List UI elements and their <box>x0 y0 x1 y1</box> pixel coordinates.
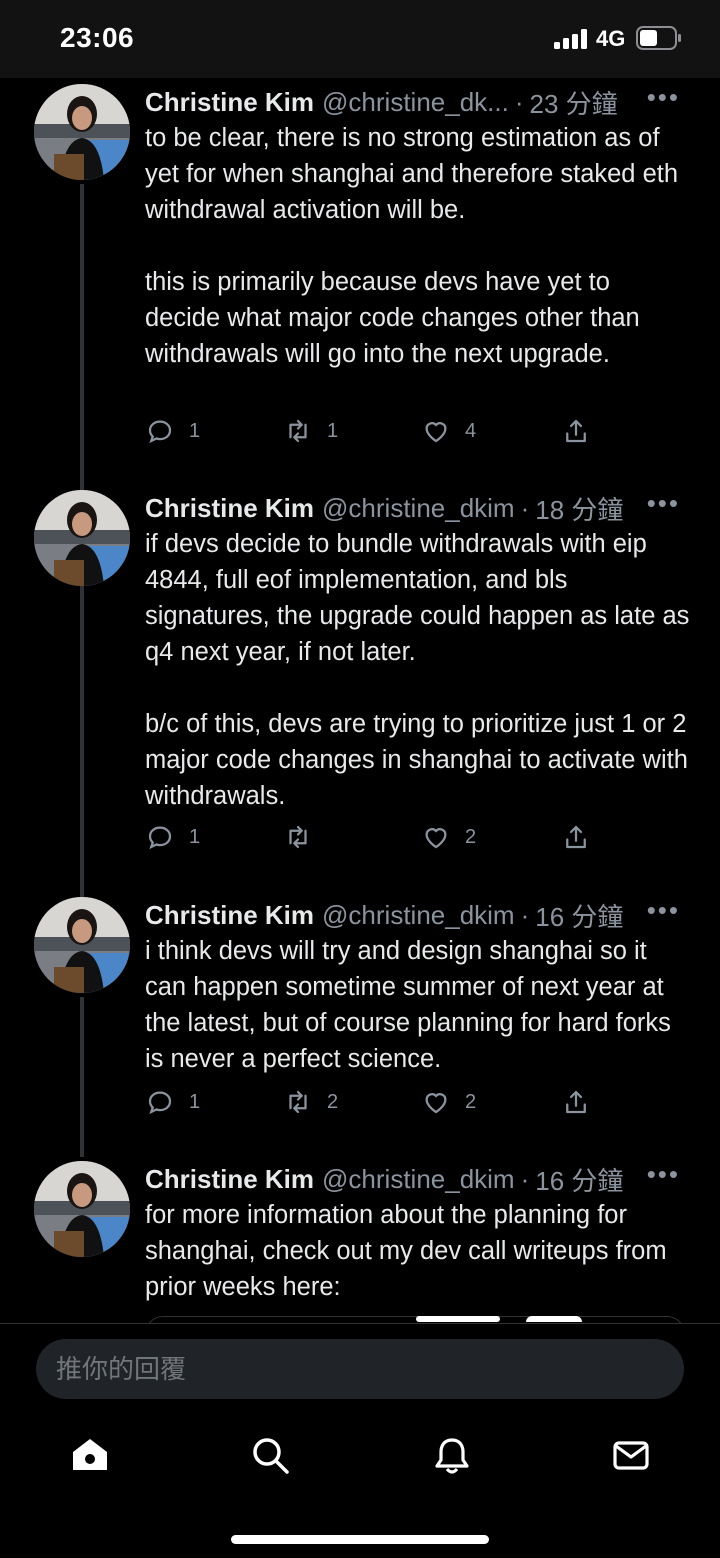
more-options-icon[interactable]: ••• <box>647 1159 680 1190</box>
share-icon <box>566 825 586 849</box>
avatar[interactable] <box>34 1161 130 1257</box>
like-count: 2 <box>465 1090 477 1113</box>
messages-icon[interactable] <box>610 1434 652 1476</box>
tweet-time: 16 分鐘 <box>535 1165 624 1196</box>
retweet-icon <box>289 1090 307 1114</box>
more-options-icon[interactable]: ••• <box>647 82 680 113</box>
status-bar: 23:06 4G <box>0 0 720 78</box>
author-handle[interactable]: @christine_dkim <box>322 900 515 931</box>
tweet-paragraph: b/c of this, devs are trying to prioriti… <box>145 710 688 810</box>
tweet-header: Christine Kim @christine_dkim · 16 分鐘 <box>145 897 690 933</box>
share-button[interactable] <box>561 1087 591 1117</box>
tweet-time: 16 分鐘 <box>535 901 624 932</box>
reply-count: 1 <box>189 419 201 442</box>
retweet-button[interactable]: 2 <box>283 1087 338 1117</box>
tweet-header: Christine Kim @christine_dkim · 18 分鐘 <box>145 490 690 526</box>
more-options-icon[interactable]: ••• <box>647 488 680 519</box>
reply-count: 1 <box>189 1090 201 1113</box>
thread-line <box>80 590 84 902</box>
tweet-time: 23 分鐘 <box>529 88 618 119</box>
author-name[interactable]: Christine Kim <box>145 87 314 118</box>
reply-input[interactable]: 推你的回覆 <box>36 1339 684 1399</box>
like-count: 4 <box>465 419 477 442</box>
reply-button[interactable]: 1 <box>145 822 200 852</box>
retweet-button[interactable]: 1 <box>283 416 338 446</box>
heart-icon <box>425 1093 447 1114</box>
author-handle[interactable]: @christine_dk... <box>322 87 509 118</box>
avatar-image <box>34 84 130 180</box>
tweet-paragraph: this is primarily because devs have yet … <box>145 268 640 368</box>
search-icon[interactable] <box>249 1434 291 1476</box>
like-count: 2 <box>465 825 477 848</box>
author-handle[interactable]: @christine_dkim <box>322 493 515 524</box>
tweet-text: i think devs will try and design shangha… <box>145 933 690 1077</box>
retweet-count: 1 <box>327 419 339 442</box>
reply-icon <box>148 826 172 850</box>
like-button[interactable]: 2 <box>421 1087 476 1117</box>
avatar[interactable] <box>34 897 130 993</box>
bottom-bar: 推你的回覆 <box>0 1324 720 1558</box>
author-name[interactable]: Christine Kim <box>145 900 314 931</box>
separator-dot: · <box>520 1163 530 1194</box>
signal-icon <box>554 29 587 49</box>
share-button[interactable] <box>561 416 591 446</box>
reply-count: 1 <box>189 825 201 848</box>
tweet-actions: 1 1 4 <box>145 416 595 448</box>
tweet-actions: 1 2 2 <box>145 1087 595 1119</box>
heart-icon <box>425 422 447 443</box>
author-handle[interactable]: @christine_dkim <box>322 1164 515 1195</box>
more-options-icon[interactable]: ••• <box>647 895 680 926</box>
preview-image-edge <box>416 1316 500 1322</box>
reply-icon <box>148 1091 172 1115</box>
avatar-image <box>34 897 130 993</box>
thread-feed[interactable]: Christine Kim @christine_dk... · 23 分鐘 •… <box>0 78 720 1324</box>
retweet-count: 2 <box>327 1090 339 1113</box>
avatar-image <box>34 1161 130 1257</box>
retweet-icon <box>289 825 307 849</box>
status-time: 23:06 <box>60 22 135 53</box>
author-name[interactable]: Christine Kim <box>145 1164 314 1195</box>
tweet-text: if devs decide to bundle withdrawals wit… <box>145 526 690 814</box>
retweet-button[interactable] <box>283 822 327 852</box>
share-button[interactable] <box>561 822 591 852</box>
tweet-header: Christine Kim @christine_dk... · 23 分鐘 <box>145 84 690 120</box>
thread-line <box>80 997 84 1157</box>
author-name[interactable]: Christine Kim <box>145 493 314 524</box>
like-button[interactable]: 4 <box>421 416 476 446</box>
tweet-text: for more information about the planning … <box>145 1197 690 1305</box>
tweet-header: Christine Kim @christine_dkim · 16 分鐘 <box>145 1161 690 1197</box>
avatar[interactable] <box>34 490 130 586</box>
share-icon <box>566 1090 586 1114</box>
preview-image-edge <box>526 1316 582 1322</box>
tweet-paragraph: if devs decide to bundle withdrawals wit… <box>145 530 690 666</box>
tweet-paragraph: for more information about the planning … <box>145 1201 667 1301</box>
tweet-time: 18 分鐘 <box>535 494 624 525</box>
tweet-actions: 1 2 <box>145 822 595 854</box>
heart-icon <box>425 828 447 849</box>
home-icon[interactable] <box>69 1434 111 1476</box>
reply-button[interactable]: 1 <box>145 1087 200 1117</box>
tweet-text: to be clear, there is no strong estimati… <box>145 120 690 372</box>
reply-button[interactable]: 1 <box>145 416 200 446</box>
avatar-image <box>34 490 130 586</box>
avatar[interactable] <box>34 84 130 180</box>
separator-dot: · <box>514 86 524 117</box>
tweet-paragraph: to be clear, there is no strong estimati… <box>145 124 679 224</box>
home-indicator[interactable] <box>231 1535 489 1544</box>
share-icon <box>566 419 586 443</box>
separator-dot: · <box>520 899 530 930</box>
reply-icon <box>148 420 172 444</box>
separator-dot: · <box>520 492 530 523</box>
tweet-paragraph: i think devs will try and design shangha… <box>145 937 671 1073</box>
notifications-icon[interactable] <box>431 1434 473 1476</box>
battery-icon <box>636 26 681 50</box>
network-label: 4G <box>596 26 626 51</box>
like-button[interactable]: 2 <box>421 822 476 852</box>
retweet-icon <box>289 419 307 443</box>
